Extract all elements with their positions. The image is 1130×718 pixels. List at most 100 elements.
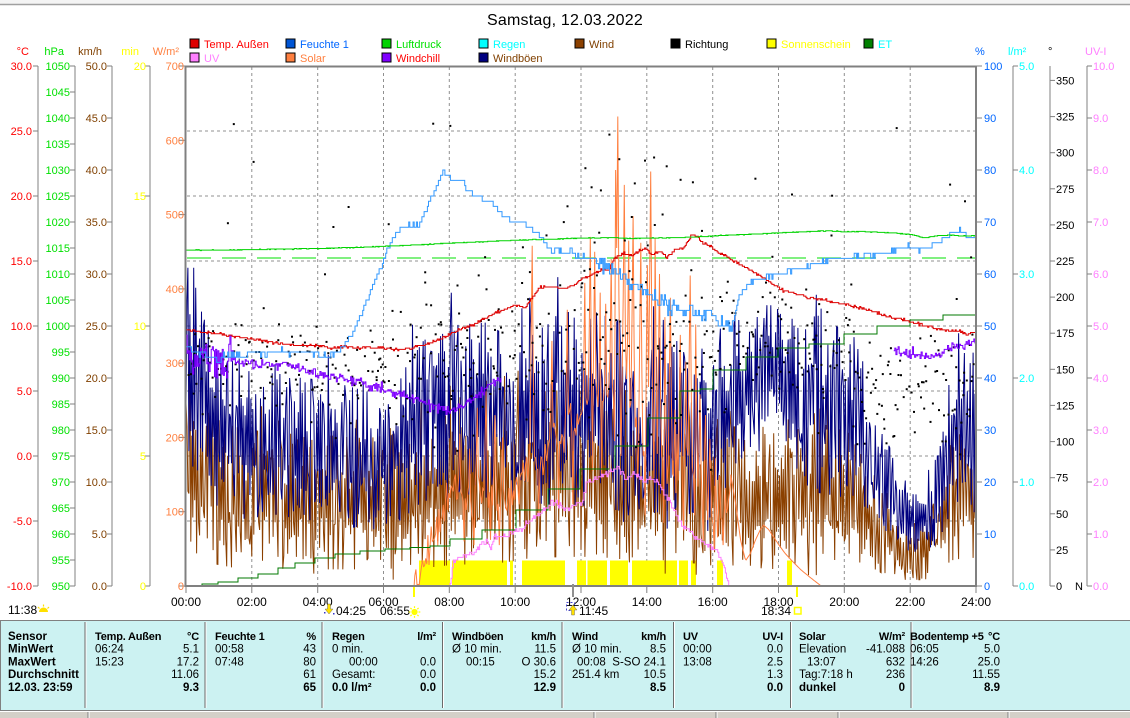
svg-text:150: 150 xyxy=(1056,364,1074,376)
svg-text:km/h: km/h xyxy=(78,46,102,58)
svg-text:6.0: 6.0 xyxy=(1093,269,1108,281)
svg-text:30: 30 xyxy=(984,425,996,437)
svg-text:°C: °C xyxy=(187,631,199,643)
svg-text:275: 275 xyxy=(1056,184,1074,196)
svg-text:236: 236 xyxy=(886,669,905,681)
svg-text:4.0: 4.0 xyxy=(1019,165,1034,177)
svg-text:100: 100 xyxy=(1056,437,1074,449)
svg-text:l/m²: l/m² xyxy=(417,631,436,643)
svg-text:0: 0 xyxy=(1056,581,1062,593)
svg-text:1025: 1025 xyxy=(46,191,70,203)
svg-text:0.0: 0.0 xyxy=(420,656,436,668)
svg-text:75: 75 xyxy=(1056,473,1068,485)
svg-text:400: 400 xyxy=(166,284,184,296)
svg-text:1015: 1015 xyxy=(46,243,70,255)
svg-text:20:00: 20:00 xyxy=(829,595,859,609)
svg-text:0.0 l/m²: 0.0 l/m² xyxy=(332,682,372,694)
svg-text:8.5: 8.5 xyxy=(650,682,667,694)
svg-text:7.0: 7.0 xyxy=(1093,217,1108,229)
svg-text:0: 0 xyxy=(140,581,146,593)
svg-text:Windchill: Windchill xyxy=(396,53,440,65)
svg-text:5.1: 5.1 xyxy=(183,644,199,656)
svg-text:1.0: 1.0 xyxy=(1093,529,1108,541)
svg-text:35.0: 35.0 xyxy=(86,217,107,229)
svg-text:Sonnenschein: Sonnenschein xyxy=(781,39,851,51)
svg-text:20.0: 20.0 xyxy=(86,373,107,385)
svg-text:985: 985 xyxy=(52,399,70,411)
svg-text:Regen: Regen xyxy=(332,631,365,643)
svg-text:40: 40 xyxy=(984,373,996,385)
svg-text:UV: UV xyxy=(683,631,699,643)
svg-text:0: 0 xyxy=(984,581,990,593)
svg-text:km/h: km/h xyxy=(641,631,666,643)
svg-text:02:00: 02:00 xyxy=(237,595,267,609)
svg-text:61: 61 xyxy=(303,669,316,681)
svg-text:Ø 10 min.: Ø 10 min. xyxy=(572,644,622,656)
svg-text:40.0: 40.0 xyxy=(86,165,107,177)
svg-text:2.0: 2.0 xyxy=(1019,373,1034,385)
svg-text:350: 350 xyxy=(1056,75,1074,87)
svg-text:08:00: 08:00 xyxy=(434,595,464,609)
svg-text:00:15: 00:15 xyxy=(466,656,495,668)
svg-text:980: 980 xyxy=(52,425,70,437)
svg-text:0: 0 xyxy=(899,682,905,694)
svg-text:10.5: 10.5 xyxy=(644,669,666,681)
svg-text:Durchschnitt: Durchschnitt xyxy=(8,669,79,681)
svg-text:2.5: 2.5 xyxy=(767,656,783,668)
svg-text:UV: UV xyxy=(204,53,220,65)
svg-text:1010: 1010 xyxy=(46,269,70,281)
svg-text:17.2: 17.2 xyxy=(177,656,199,668)
svg-text:Ø 10 min.: Ø 10 min. xyxy=(452,644,502,656)
svg-text:700: 700 xyxy=(166,61,184,73)
svg-text:25.0: 25.0 xyxy=(86,321,107,333)
svg-text:15.2: 15.2 xyxy=(534,669,556,681)
svg-text:00:58: 00:58 xyxy=(215,644,244,656)
svg-text:Luftdruck: Luftdruck xyxy=(396,39,442,51)
svg-text:06:55: 06:55 xyxy=(380,604,410,618)
svg-text:00:00: 00:00 xyxy=(683,644,712,656)
svg-text:Regen: Regen xyxy=(493,39,525,51)
svg-text:4.0: 4.0 xyxy=(1093,373,1108,385)
svg-text:O 30.6: O 30.6 xyxy=(521,656,556,668)
svg-text:0.0: 0.0 xyxy=(420,682,436,694)
svg-text:%: % xyxy=(975,46,985,58)
svg-text:0.0: 0.0 xyxy=(1093,581,1108,593)
svg-text:1045: 1045 xyxy=(46,87,70,99)
svg-text:3.0: 3.0 xyxy=(1019,269,1034,281)
svg-text:632: 632 xyxy=(886,656,905,668)
svg-text:S-SO 24.1: S-SO 24.1 xyxy=(612,656,666,668)
svg-text:175: 175 xyxy=(1056,328,1074,340)
svg-text:10.0: 10.0 xyxy=(86,477,107,489)
svg-text:90: 90 xyxy=(984,113,996,125)
svg-text:22:00: 22:00 xyxy=(895,595,925,609)
svg-text:Temp. Außen: Temp. Außen xyxy=(204,39,269,51)
svg-text:1000: 1000 xyxy=(46,321,70,333)
svg-text:8.0: 8.0 xyxy=(1093,165,1108,177)
svg-text:Solar: Solar xyxy=(799,631,826,643)
svg-text:1040: 1040 xyxy=(46,113,70,125)
svg-text:16:00: 16:00 xyxy=(698,595,728,609)
svg-text:8.9: 8.9 xyxy=(984,682,1000,694)
svg-text:25: 25 xyxy=(1056,545,1068,557)
svg-text:251.4 km: 251.4 km xyxy=(572,669,619,681)
svg-text:50.0: 50.0 xyxy=(86,61,107,73)
svg-text:hPa: hPa xyxy=(44,46,64,58)
svg-text:2.0: 2.0 xyxy=(1093,477,1108,489)
svg-text:Feuchte 1: Feuchte 1 xyxy=(300,39,349,51)
svg-text:13:07: 13:07 xyxy=(807,656,836,668)
svg-text:Wind: Wind xyxy=(589,39,614,51)
svg-text:200: 200 xyxy=(1056,292,1074,304)
svg-text:-5.0: -5.0 xyxy=(13,516,32,528)
svg-text:Windböen: Windböen xyxy=(493,53,543,65)
svg-text:Feuchte 1: Feuchte 1 xyxy=(215,631,265,643)
svg-text:1050: 1050 xyxy=(46,61,70,73)
svg-text:250: 250 xyxy=(1056,220,1074,232)
svg-text:Solar: Solar xyxy=(300,53,326,65)
svg-text:24:00: 24:00 xyxy=(961,595,991,609)
svg-text:20: 20 xyxy=(134,61,146,73)
svg-text:970: 970 xyxy=(52,477,70,489)
svg-text:995: 995 xyxy=(52,347,70,359)
svg-text:65: 65 xyxy=(303,682,316,694)
svg-text:100: 100 xyxy=(984,61,1002,73)
svg-text:min: min xyxy=(121,46,139,58)
